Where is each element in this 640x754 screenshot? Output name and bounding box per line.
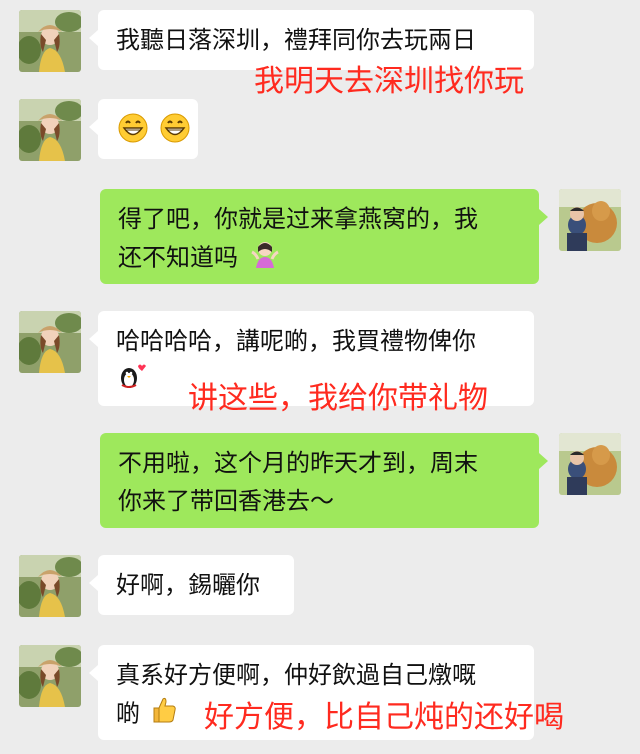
translation-annotation: 讲这些，我给你带礼物	[188, 381, 488, 416]
message-bubble[interactable]: 不用啦，这个月的昨天才到，周末 你来了带回香港去～	[100, 433, 548, 528]
thumbs-up-emoji	[148, 694, 178, 735]
message-text: 真系好方便啊，仲好飲過自己燉嘅	[116, 661, 476, 689]
message-bubble[interactable]: 得了吧，你就是过来拿燕窝的，我 还不知道吗	[100, 189, 548, 284]
avatar[interactable]	[19, 10, 81, 72]
message-bubble[interactable]: 好啊，錫曬你	[89, 555, 294, 615]
message-text: 得了吧，你就是过来拿燕窝的，我	[118, 205, 478, 233]
message-text: 啲	[116, 699, 140, 728]
grinning-face-emoji	[118, 113, 148, 154]
message-text: 哈哈哈哈，講呢啲，我買禮物俾你	[116, 327, 476, 355]
message-text: 好啊，錫曬你	[116, 571, 260, 599]
avatar[interactable]	[559, 433, 621, 495]
avatar[interactable]	[19, 645, 81, 707]
avatar[interactable]	[559, 189, 621, 251]
translation-annotation: 好方便，比自己炖的还好喝	[204, 700, 564, 735]
avatar[interactable]	[19, 311, 81, 373]
translation-annotation: 我明天去深圳找你玩	[254, 64, 524, 99]
avatar[interactable]	[19, 99, 81, 161]
message-text: 不用啦，这个月的昨天才到，周末	[118, 449, 478, 477]
shrugging-woman-emoji	[250, 238, 280, 279]
penguin-kiss-emoji	[116, 360, 146, 401]
avatar[interactable]	[19, 555, 81, 617]
message-text: 我聽日落深圳，禮拜同你去玩兩日	[116, 26, 476, 54]
message-bubble[interactable]	[89, 99, 198, 159]
message-bubble[interactable]: 我聽日落深圳，禮拜同你去玩兩日	[89, 10, 534, 70]
message-text: 还不知道吗	[118, 243, 238, 272]
grinning-face-emoji	[160, 113, 190, 154]
message-text: 你来了带回香港去～	[118, 487, 334, 515]
